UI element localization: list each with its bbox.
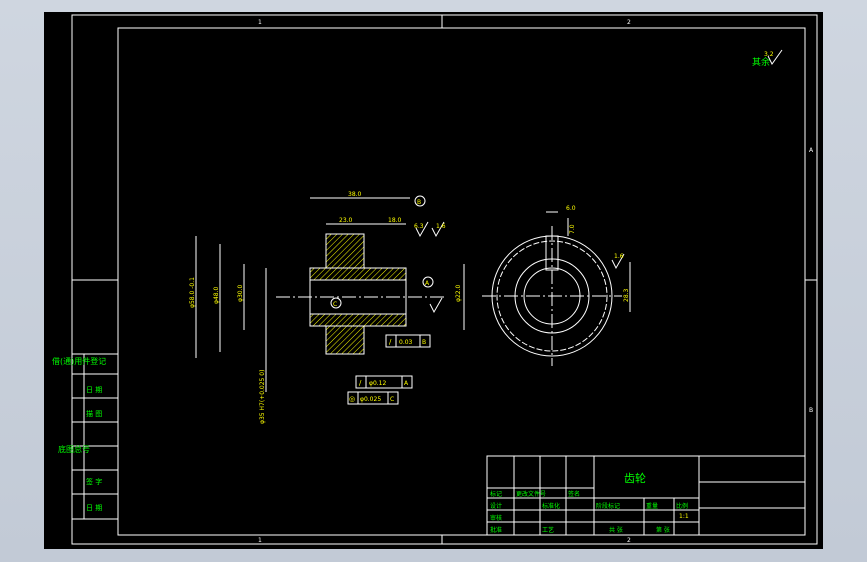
strip-label: 借(通)用件登记 (52, 356, 106, 366)
svg-text:φ48.0: φ48.0 (213, 287, 220, 305)
strip-label: 底图总号 (58, 444, 90, 454)
svg-text:0.03: 0.03 (399, 339, 413, 346)
svg-text:38.0: 38.0 (348, 191, 362, 198)
gear-end-view: 6.0 7.0 1.6 28.3 (482, 205, 631, 366)
svg-text:审核: 审核 (490, 514, 502, 522)
svg-text:1.6: 1.6 (436, 223, 446, 230)
svg-text:标准化: 标准化 (542, 502, 560, 510)
svg-text:28.3: 28.3 (623, 288, 630, 302)
svg-text:7.0: 7.0 (569, 224, 576, 234)
svg-text:设计: 设计 (490, 502, 502, 510)
gear-teeth-hatch-lower (325, 325, 365, 355)
svg-text:批准: 批准 (490, 526, 502, 534)
svg-text:φ0.12: φ0.12 (369, 380, 387, 387)
svg-text:共 张: 共 张 (609, 526, 623, 534)
hub-hatch-upper (309, 267, 407, 281)
zone-number: 2 (627, 537, 631, 544)
svg-text:3.2: 3.2 (764, 51, 774, 58)
svg-text:比例: 比例 (676, 502, 688, 510)
svg-text:C: C (333, 301, 337, 308)
fcf-2: / φ0.12 A (355, 375, 413, 389)
svg-text:重量: 重量 (646, 502, 658, 510)
drawing-svg: 1 2 1 2 A B 借(通)用件登记 日 期 描 图 底图总号 签 字 日 … (52, 14, 818, 545)
svg-text:B: B (422, 339, 426, 346)
svg-text:/: / (359, 379, 362, 387)
svg-text:标记: 标记 (490, 490, 502, 498)
svg-text:φ58.0 -0.1: φ58.0 -0.1 (189, 277, 196, 308)
gear-section-view: 38.0 23.0 18.0 φ58.0 -0.1 φ48.0 φ30.0 φ3… (189, 191, 465, 424)
svg-text:6.3: 6.3 (414, 223, 424, 230)
svg-text:/: / (389, 338, 392, 346)
svg-text:签名: 签名 (568, 490, 580, 498)
strip-label: 日 期 (86, 386, 102, 394)
svg-text:φ0.025: φ0.025 (360, 396, 381, 403)
zone-number: 1 (258, 19, 262, 26)
title-block: 齿轮 标记 更改文件号 签名 设计 标准化 阶段标记 重量 比例 1:1 审核 … (486, 455, 806, 536)
svg-text:23.0: 23.0 (339, 217, 353, 224)
svg-text:工艺: 工艺 (542, 526, 554, 534)
svg-text:A: A (404, 380, 409, 387)
svg-text:1.6: 1.6 (614, 253, 624, 260)
strip-label: 日 期 (86, 504, 102, 512)
inner-frame (117, 27, 806, 536)
svg-text:第 张: 第 张 (656, 526, 670, 534)
left-registration-strip: 借(通)用件登记 日 期 描 图 底图总号 签 字 日 期 (52, 353, 119, 520)
gear-teeth-hatch-upper (325, 233, 365, 269)
svg-text:φ35 H7(+0.025 0): φ35 H7(+0.025 0) (259, 370, 266, 424)
zone-letter: B (809, 407, 813, 414)
cad-viewport[interactable]: 1 2 1 2 A B 借(通)用件登记 日 期 描 图 底图总号 签 字 日 … (0, 0, 867, 562)
svg-text:1:1: 1:1 (679, 513, 689, 520)
svg-text:φ22.0: φ22.0 (455, 285, 462, 303)
drawing-canvas[interactable]: 1 2 1 2 A B 借(通)用件登记 日 期 描 图 底图总号 签 字 日 … (44, 12, 823, 549)
drawing-title: 齿轮 (624, 471, 646, 485)
outer-frame (71, 14, 818, 545)
zone-letter: A (809, 147, 814, 154)
fcf-1: / 0.03 B (385, 334, 431, 348)
zone-number: 2 (627, 19, 631, 26)
hub-hatch-lower (309, 313, 407, 327)
svg-text:C: C (390, 396, 394, 403)
strip-label: 描 图 (86, 409, 102, 418)
svg-text:B: B (417, 199, 421, 206)
strip-label: 签 字 (86, 477, 102, 486)
svg-text:φ30.0: φ30.0 (237, 285, 244, 303)
zone-number: 1 (258, 537, 262, 544)
default-roughness-note: 其余 3.2 (752, 49, 783, 68)
fcf-3: ◎ φ0.025 C (347, 391, 399, 405)
svg-text:6.0: 6.0 (566, 205, 576, 212)
svg-text:阶段标记: 阶段标记 (596, 502, 620, 510)
svg-text:A: A (425, 280, 430, 287)
svg-text:18.0: 18.0 (388, 217, 402, 224)
svg-text:◎: ◎ (349, 395, 355, 403)
svg-text:更改文件号: 更改文件号 (516, 490, 546, 498)
